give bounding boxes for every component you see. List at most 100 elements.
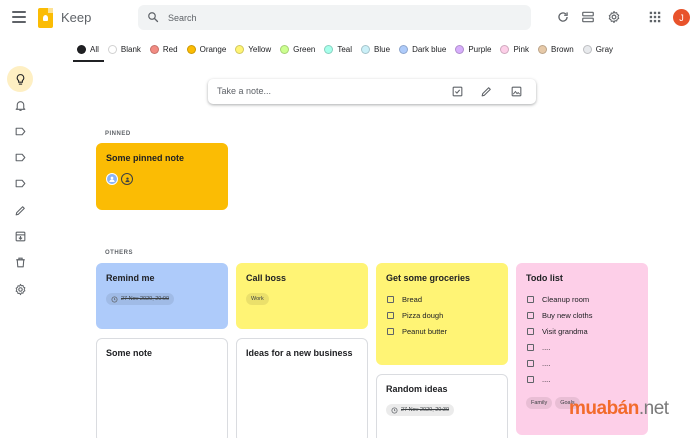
color-swatch-icon — [107, 44, 117, 54]
pencil-icon — [15, 205, 25, 215]
color-filter-label: Blank — [120, 44, 141, 54]
checklist-item[interactable]: Visit grandma — [526, 323, 638, 339]
sidebar-item-edit-labels[interactable] — [7, 197, 33, 223]
watermark-brand: muabán — [569, 398, 639, 419]
new-drawing-icon[interactable] — [480, 85, 493, 98]
checklist-item[interactable]: Peanut butter — [386, 323, 498, 339]
checkbox[interactable] — [387, 327, 394, 335]
main-menu-icon[interactable] — [12, 10, 26, 24]
sidebar-item-reminders[interactable] — [7, 92, 33, 118]
checkbox[interactable] — [527, 327, 534, 335]
color-filter-purple[interactable]: Purple — [455, 44, 492, 54]
sidebar-item-label-2[interactable] — [7, 144, 33, 170]
color-filter-label: Yellow — [248, 44, 272, 54]
sidebar-item-notes[interactable] — [7, 66, 33, 92]
checkbox[interactable] — [527, 311, 534, 319]
color-swatch-icon — [538, 44, 547, 54]
reminder-chip[interactable]: 27 Nov 2020, 20:30 — [386, 404, 455, 416]
checkbox[interactable] — [527, 375, 534, 383]
note-title: Todo list — [526, 273, 563, 283]
checklist-item-text: .... — [542, 342, 551, 352]
color-filter-teal[interactable]: Teal — [324, 44, 352, 54]
sidebar-item-archive[interactable] — [7, 223, 33, 249]
sidebar-item-trash[interactable] — [7, 249, 33, 275]
note-title: Random ideas — [386, 384, 448, 394]
search-bar[interactable] — [138, 5, 531, 30]
color-filter-pink[interactable]: Pink — [500, 44, 529, 54]
checklist-item[interactable]: .... — [526, 339, 638, 355]
note-title: Call boss — [246, 273, 287, 283]
checkbox[interactable] — [527, 343, 534, 351]
color-filter-orange[interactable]: Orange — [186, 44, 227, 54]
color-swatch-icon — [582, 44, 592, 54]
note-card-call-boss[interactable]: Call boss Work — [236, 263, 368, 329]
color-filter-label: Brown — [551, 44, 574, 54]
color-filter-blank[interactable]: Blank — [107, 44, 141, 54]
note-title: Some pinned note — [106, 153, 185, 163]
account-avatar[interactable]: J — [673, 9, 690, 26]
checkbox[interactable] — [527, 295, 534, 303]
label-chip-family[interactable]: Family — [526, 397, 553, 409]
gear-icon — [15, 283, 25, 295]
label-icon — [15, 179, 25, 187]
checklist-item[interactable]: Buy new cloths — [526, 307, 638, 323]
sidebar-item-label-1[interactable] — [7, 118, 33, 144]
color-filter-label: All — [90, 44, 99, 54]
checklist-item-text: Bread — [402, 294, 423, 304]
note-card-random-ideas[interactable]: Random ideas 27 Nov 2020, 20:30 — [376, 374, 508, 438]
note-card-remind-me[interactable]: Remind me 27 Nov 2020, 20:00 — [96, 263, 228, 329]
collaborator-avatar-icon[interactable] — [106, 173, 118, 185]
note-card-ideas[interactable]: Ideas for a new business — [236, 338, 368, 438]
search-icon[interactable] — [147, 11, 159, 23]
note-card-some-note[interactable]: Some note — [96, 338, 228, 438]
checklist-item[interactable]: Cleanup room — [526, 291, 638, 307]
top-bar: Keep J — [0, 0, 700, 36]
checklist-item-text: Cleanup room — [542, 294, 590, 304]
color-swatch-icon — [324, 44, 334, 54]
new-image-note-icon[interactable] — [510, 85, 523, 98]
settings-gear-icon[interactable] — [607, 10, 621, 24]
color-filter-label: Purple — [468, 44, 492, 54]
checkbox[interactable] — [387, 295, 394, 303]
refresh-icon[interactable] — [556, 10, 570, 24]
color-filter-blue[interactable]: Blue — [361, 44, 390, 54]
color-filter-dark-blue[interactable]: Dark blue — [399, 44, 447, 54]
apps-grid-icon[interactable] — [648, 10, 662, 24]
color-filter-gray[interactable]: Gray — [582, 44, 614, 54]
sidebar-item-settings[interactable] — [7, 276, 33, 302]
archive-icon — [15, 231, 25, 241]
reminder-chip[interactable]: 27 Nov 2020, 20:00 — [106, 293, 175, 305]
color-filter-all[interactable]: All — [77, 44, 99, 54]
color-filter-red[interactable]: Red — [149, 44, 178, 54]
take-note-placeholder[interactable]: Take a note... — [217, 86, 271, 96]
checklist-item-text: .... — [542, 374, 551, 384]
note-card-groceries[interactable]: Get some groceries Bread Pizza dough Pea… — [376, 263, 508, 365]
label-icon — [15, 153, 25, 161]
checklist-item[interactable]: .... — [526, 355, 638, 371]
keep-logo-icon — [38, 8, 53, 28]
search-input[interactable] — [168, 9, 498, 26]
color-filter-label: Dark blue — [412, 44, 447, 54]
color-filter-brown[interactable]: Brown — [538, 44, 574, 54]
color-filter-label: Red — [162, 44, 178, 54]
label-chip-work[interactable]: Work — [246, 293, 269, 305]
note-card-pinned[interactable]: Some pinned note — [96, 143, 228, 210]
color-filter-green[interactable]: Green — [280, 44, 316, 54]
color-swatch-icon — [186, 44, 196, 54]
color-filter-label: Green — [293, 44, 316, 54]
color-filter-bar: All Blank Red Orange Yellow Green Teal Blue Dark… — [77, 43, 622, 55]
add-collaborator-icon[interactable] — [121, 173, 133, 185]
color-filter-yellow[interactable]: Yellow — [235, 44, 272, 54]
take-note-bar[interactable]: Take a note... — [208, 79, 536, 104]
color-filter-label: Orange — [199, 44, 227, 54]
checklist-item[interactable]: Bread — [386, 291, 498, 307]
color-filter-label: Gray — [595, 44, 614, 54]
checkbox[interactable] — [527, 359, 534, 367]
sidebar-item-label-3[interactable] — [7, 170, 33, 196]
checklist-item[interactable]: .... — [526, 371, 638, 387]
new-checklist-icon[interactable] — [451, 85, 464, 98]
list-view-icon[interactable] — [581, 10, 595, 24]
checklist-item[interactable]: Pizza dough — [386, 307, 498, 323]
active-filter-indicator — [73, 60, 104, 62]
checkbox[interactable] — [387, 311, 394, 319]
